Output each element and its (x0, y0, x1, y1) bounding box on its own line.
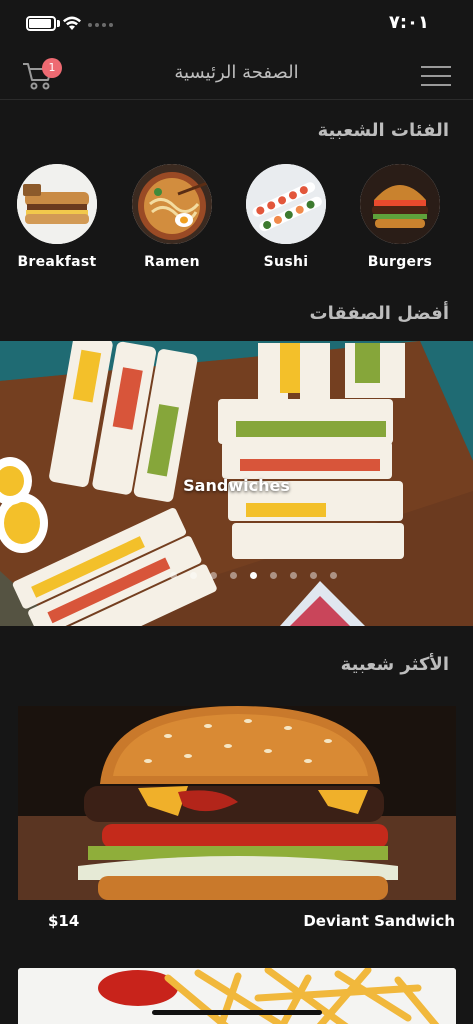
nav-bar: 1 الصفحة الرئيسية (0, 48, 473, 100)
burger-photo (18, 706, 456, 900)
wifi-icon (63, 16, 81, 30)
pager-dot[interactable] (270, 572, 277, 579)
category-label: Ramen (144, 254, 200, 270)
popular-item-card-2[interactable] (18, 968, 456, 1024)
pager-dot[interactable] (210, 572, 217, 579)
categories-title: الفئات الشعبية (317, 120, 449, 141)
burger-icon (360, 164, 440, 244)
sushi-icon (246, 164, 326, 244)
pager-dot[interactable] (170, 572, 177, 579)
deals-title: أفضل الصفقات (309, 303, 449, 324)
fries-photo (18, 968, 456, 1024)
category-breakfast[interactable]: Breakfast (12, 164, 102, 270)
pager-dot[interactable] (230, 572, 237, 579)
category-label: Sushi (263, 254, 309, 270)
pager-dot[interactable] (330, 572, 337, 579)
pager-dot-active[interactable] (250, 572, 257, 579)
category-sushi[interactable]: Sushi (241, 164, 331, 270)
deals-banner[interactable]: Sandwiches (0, 341, 473, 626)
category-burgers[interactable]: Burgers (355, 164, 445, 270)
signal-dots-icon (88, 23, 113, 27)
banner-label: Sandwiches (183, 476, 290, 495)
category-label: Burgers (367, 254, 433, 270)
categories-list: Breakfast Ramen Sushi Burgers (0, 164, 473, 274)
menu-icon[interactable] (421, 66, 451, 86)
status-bar: ٧:٠١ (0, 0, 473, 48)
pager-dot[interactable] (310, 572, 317, 579)
status-time: ٧:٠١ (388, 12, 429, 33)
category-ramen[interactable]: Ramen (127, 164, 217, 270)
ramen-icon (132, 164, 212, 244)
category-label: Breakfast (17, 254, 97, 270)
popular-title: الأكثر شعبية (340, 654, 449, 675)
home-indicator (152, 1010, 322, 1015)
item-price: $14 (48, 912, 80, 930)
pager-dot[interactable] (190, 572, 197, 579)
item-name: Deviant Sandwich (303, 912, 455, 930)
page-title: الصفحة الرئيسية (174, 62, 299, 83)
battery-icon (26, 16, 56, 31)
pager-dot[interactable] (290, 572, 297, 579)
popular-item-card[interactable] (18, 706, 456, 900)
battery-tip (57, 20, 60, 27)
breakfast-icon (17, 164, 97, 244)
banner-pager[interactable] (170, 572, 337, 579)
